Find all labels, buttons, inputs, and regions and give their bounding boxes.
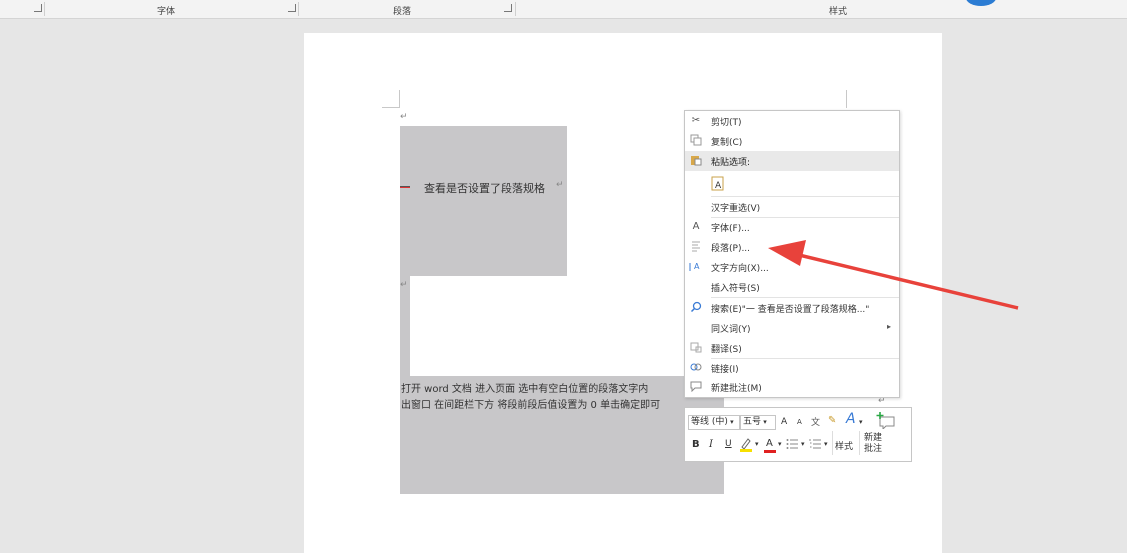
menu-item-paste-options: 粘贴选项: (685, 151, 899, 171)
font-icon: A (692, 221, 700, 232)
clipboard-launcher-icon[interactable] (34, 4, 42, 12)
ribbon-separator (298, 2, 299, 16)
menu-item-insert-symbol[interactable]: 插入符号(S) (685, 277, 899, 297)
crop-mark (382, 107, 400, 108)
toolbar-separator (832, 431, 833, 455)
translate-icon (689, 341, 703, 355)
svg-text:A: A (694, 262, 700, 271)
menu-item-label: 段落(P)... (711, 244, 751, 254)
ribbon-separator (515, 2, 516, 16)
numbering-dropdown-icon[interactable]: ▾ (824, 440, 828, 448)
paragraph-group-label: 段落 (393, 7, 412, 17)
font-size-dropdown[interactable]: 五号 ▾ (740, 415, 776, 430)
selected-paragraph-block[interactable] (400, 126, 567, 276)
menu-item-label: 粘贴选项: (711, 158, 751, 168)
body-text-line[interactable]: 出窗口 在间距栏下方 将段前段后值设置为 0 单击确定即可 (401, 396, 660, 411)
bullets-dropdown-icon[interactable]: ▾ (801, 440, 805, 448)
new-comment-button-icon[interactable] (874, 411, 902, 431)
shrink-font-button[interactable]: A (797, 418, 802, 426)
scissors-icon: ✂ (691, 115, 701, 126)
font-group-label: 字体 (157, 7, 176, 17)
menu-item-label: 插入符号(S) (711, 284, 760, 294)
svg-text:A: A (715, 181, 722, 191)
context-menu: ✂ 剪切(T) 复制(C) 粘贴选项: A 汉字重选(V) A 字体(F)...… (684, 110, 900, 398)
styles-button[interactable]: 样式 (835, 439, 853, 452)
highlight-color-button[interactable] (739, 437, 753, 453)
menu-item-label: 文字方向(X)... (711, 264, 769, 274)
selected-empty-line[interactable] (400, 276, 410, 376)
paragraph-mark: ↵ (400, 112, 408, 122)
font-color-letter: A (766, 438, 773, 449)
paragraph-mark: ↵ (556, 180, 564, 190)
grow-font-button[interactable]: A (781, 417, 787, 427)
menu-item-label: 字体(F)... (711, 224, 750, 234)
menu-item-label: 复制(C) (711, 138, 743, 148)
ribbon-separator (44, 2, 45, 16)
menu-item-font[interactable]: A 字体(F)... (685, 217, 899, 237)
toolbar-separator (859, 431, 860, 455)
paste-keep-text-only-button[interactable]: A (685, 171, 899, 195)
bold-button[interactable]: B (692, 439, 700, 450)
menu-item-label: 汉字重选(V) (711, 204, 761, 214)
font-color-bar (764, 450, 776, 453)
numbering-icon[interactable] (809, 438, 821, 450)
heading-dash (400, 186, 410, 188)
search-icon (689, 301, 703, 315)
menu-item-link[interactable]: 链接(I) (685, 358, 899, 378)
menu-item-copy[interactable]: 复制(C) (685, 131, 899, 151)
menu-item-label: 同义词(Y) (711, 325, 751, 335)
menu-item-paragraph[interactable]: 段落(P)... (685, 237, 899, 257)
mini-toolbar: 等线 (中) ▾ 五号 ▾ A A 文 ✎ A ▾ B I U ▾ A ▾ ▾ … (684, 407, 912, 462)
clear-format-icon[interactable]: ✎ (828, 415, 836, 426)
bullets-icon[interactable] (786, 438, 798, 450)
menu-item-new-comment[interactable]: 新建批注(M) (685, 377, 899, 397)
font-size-value: 五号 (743, 417, 762, 427)
styles-group-label: 样式 (829, 7, 848, 17)
ribbon-group-labels: 字体 段落 样式 (0, 0, 1127, 19)
menu-item-cut[interactable]: ✂ 剪切(T) (685, 111, 899, 131)
highlight-dropdown-icon[interactable]: ▾ (755, 440, 759, 448)
submenu-arrow-icon: ▸ (886, 322, 891, 331)
account-avatar[interactable] (966, 0, 996, 6)
font-color-dropdown-icon[interactable]: ▾ (778, 440, 782, 448)
paste-text-only-icon: A (711, 175, 725, 191)
new-comment-label: 新建 (864, 433, 883, 443)
menu-item-translate[interactable]: 翻译(S) (685, 338, 899, 358)
paragraph-launcher-icon[interactable] (504, 4, 512, 12)
menu-item-synonyms[interactable]: 同义词(Y) ▸ (685, 318, 899, 338)
font-name-dropdown[interactable]: 等线 (中) ▾ (688, 415, 740, 430)
text-direction-icon: A (689, 260, 703, 274)
menu-item-search[interactable]: 搜索(E)"一 查看是否设置了段落规格..." (685, 298, 899, 318)
heading-text[interactable]: 查看是否设置了段落规格 (424, 180, 545, 196)
copy-icon (689, 134, 703, 148)
font-color-button[interactable]: A (764, 437, 776, 453)
new-comment-label: 批注 (864, 444, 883, 454)
menu-item-label: 搜索(E)"一 查看是否设置了段落规格..." (711, 305, 870, 315)
body-text-line[interactable]: 打开 word 文档 进入页面 选中有空白位置的段落文字内 (401, 380, 648, 395)
text-effects-icon[interactable]: A (846, 411, 856, 427)
italic-button[interactable]: I (709, 439, 713, 450)
font-name-value: 等线 (中) (691, 417, 728, 427)
menu-item-text-direction[interactable]: A 文字方向(X)... (685, 257, 899, 277)
font-launcher-icon[interactable] (288, 4, 296, 12)
new-comment-button[interactable]: 新建 批注 (864, 433, 882, 455)
comment-icon (689, 380, 703, 394)
link-icon (689, 361, 703, 375)
underline-button[interactable]: U (725, 439, 732, 449)
text-effects-dropdown-icon[interactable]: ▾ (859, 418, 863, 426)
paragraph-mark: ↵ (400, 280, 408, 290)
paste-icon (689, 154, 703, 168)
crop-mark (846, 90, 847, 108)
crop-mark (399, 90, 400, 108)
menu-item-label: 翻译(S) (711, 345, 742, 355)
format-painter-icon[interactable]: 文 (811, 415, 820, 428)
paragraph-icon (689, 240, 703, 254)
menu-item-label: 剪切(T) (711, 118, 742, 128)
menu-item-label: 链接(I) (711, 365, 739, 375)
menu-item-label: 新建批注(M) (711, 384, 762, 394)
menu-item-reconvert[interactable]: 汉字重选(V) (685, 197, 899, 217)
